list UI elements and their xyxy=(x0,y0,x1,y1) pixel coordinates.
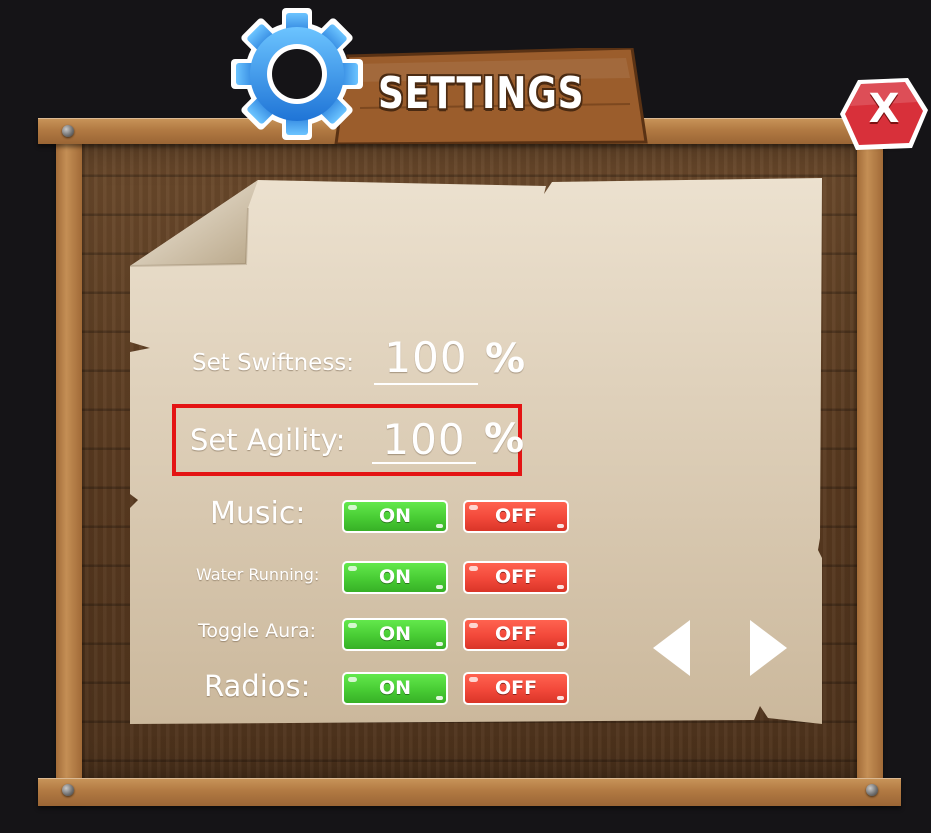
water-running-on-label: ON xyxy=(378,566,412,588)
music-on-label: ON xyxy=(378,505,412,527)
toggle-aura-on-button[interactable]: ON xyxy=(342,618,448,651)
water-running-off-button[interactable]: OFF xyxy=(463,561,569,594)
next-page-button[interactable] xyxy=(746,616,790,680)
toggle-aura-label: Toggle Aura: xyxy=(198,620,317,642)
gear-icon xyxy=(229,6,365,142)
nail-icon xyxy=(62,784,74,796)
frame-plank-bottom xyxy=(38,778,901,806)
swiftness-percent: % xyxy=(485,336,526,382)
previous-page-button[interactable] xyxy=(650,616,694,680)
radios-on-label: ON xyxy=(378,677,412,699)
agility-underline xyxy=(372,462,476,464)
nail-icon xyxy=(866,784,878,796)
agility-percent: % xyxy=(484,416,525,462)
agility-label: Set Agility: xyxy=(190,423,346,457)
agility-input[interactable]: 100 xyxy=(372,418,476,462)
radios-off-button[interactable]: OFF xyxy=(463,672,569,705)
close-icon: X xyxy=(868,86,900,132)
music-off-button[interactable]: OFF xyxy=(463,500,569,533)
radios-label: Radios: xyxy=(204,669,311,703)
radios-off-label: OFF xyxy=(494,677,538,699)
close-button[interactable]: X xyxy=(838,76,930,152)
radios-on-button[interactable]: ON xyxy=(342,672,448,705)
frame-plank-right xyxy=(857,122,883,802)
nail-icon xyxy=(62,125,74,137)
page-title: SETTINGS xyxy=(378,68,585,119)
water-running-off-label: OFF xyxy=(494,566,538,588)
music-off-label: OFF xyxy=(494,505,538,527)
music-on-button[interactable]: ON xyxy=(342,500,448,533)
music-label: Music: xyxy=(210,496,306,531)
water-running-on-button[interactable]: ON xyxy=(342,561,448,594)
swiftness-label: Set Swiftness: xyxy=(192,350,355,376)
toggle-aura-off-button[interactable]: OFF xyxy=(463,618,569,651)
triangle-left-icon xyxy=(653,620,690,676)
triangle-right-icon xyxy=(750,620,787,676)
water-running-label: Water Running: xyxy=(196,565,320,584)
toggle-aura-on-label: ON xyxy=(378,623,412,645)
swiftness-underline xyxy=(374,383,478,385)
settings-screen: SETTINGS X Set Swiftness: 100 % Set Agil… xyxy=(0,0,931,833)
toggle-aura-off-label: OFF xyxy=(494,623,538,645)
swiftness-input[interactable]: 100 xyxy=(374,336,478,380)
title-board: SETTINGS xyxy=(330,48,648,144)
frame-plank-left xyxy=(56,122,82,802)
